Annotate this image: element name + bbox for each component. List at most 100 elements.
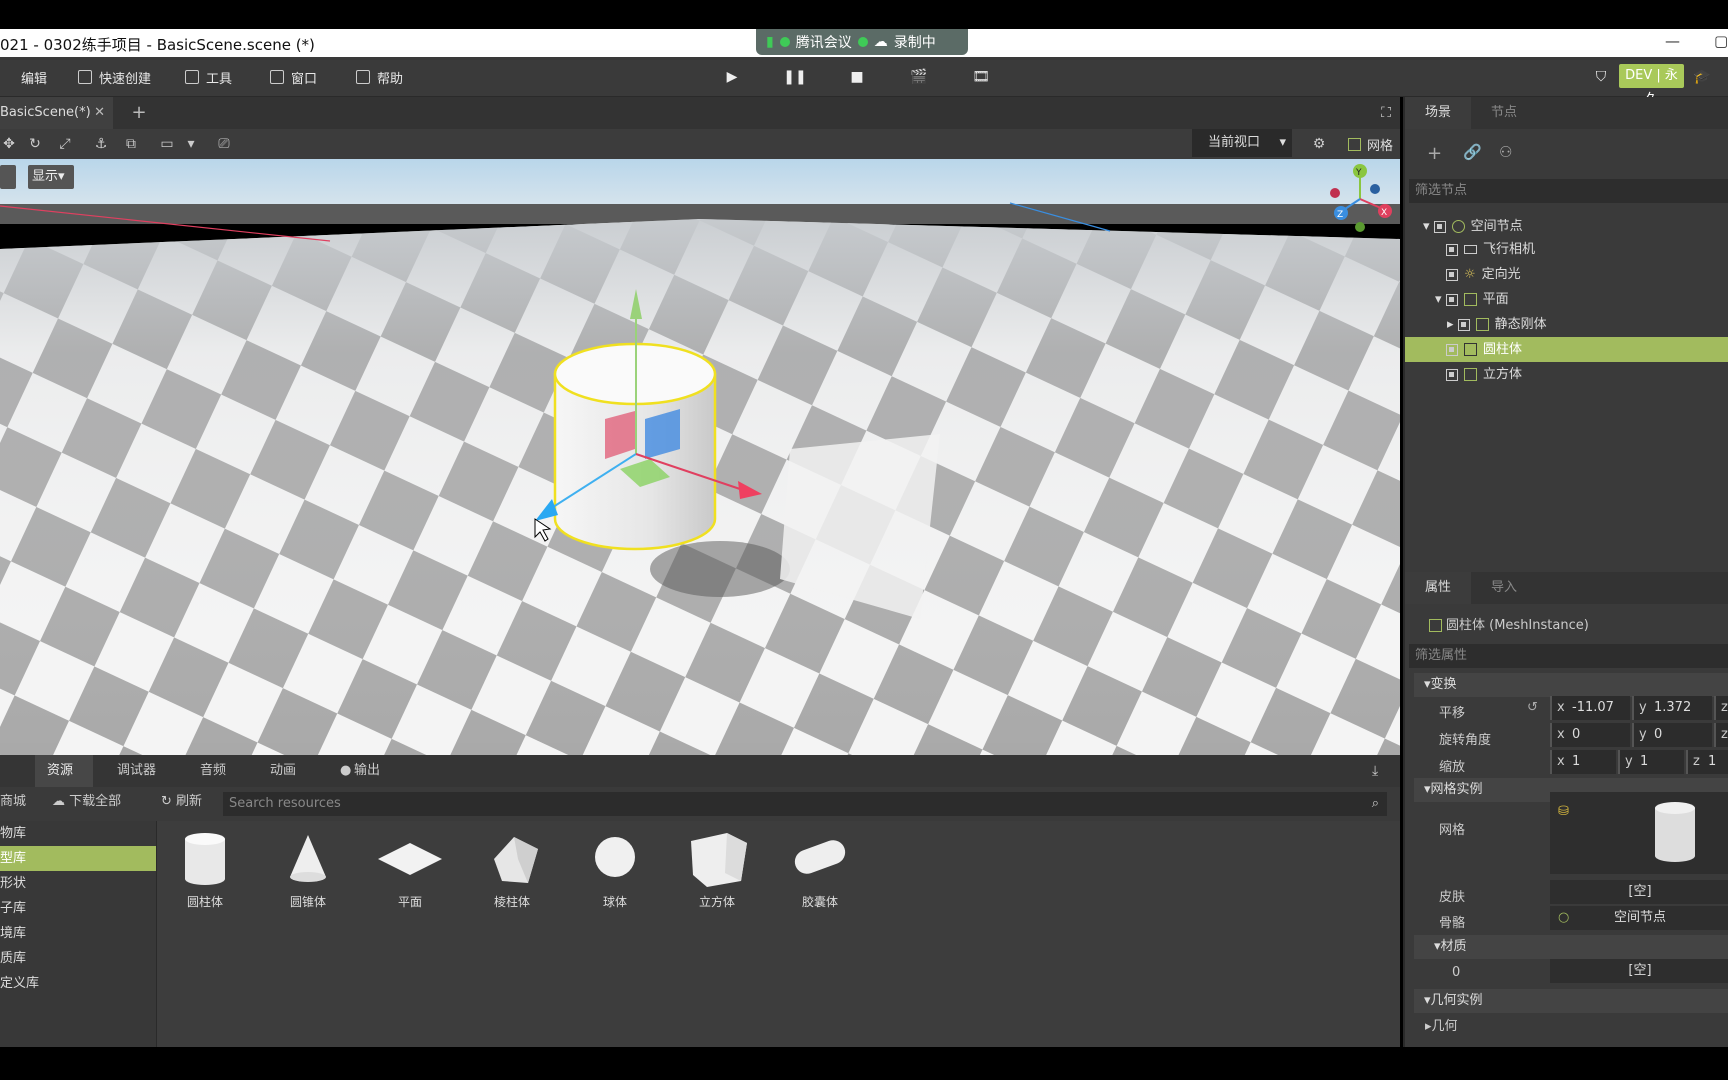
link-icon[interactable]: 🔗 xyxy=(1463,143,1482,161)
pause-button[interactable]: ❚❚ xyxy=(783,66,807,88)
play-custom-icon[interactable]: 🎞 xyxy=(969,66,993,88)
asset-cylinder[interactable]: 圆柱体 xyxy=(165,829,245,909)
rotate-x-field[interactable]: x0 xyxy=(1550,723,1630,747)
list-item[interactable]: 形状 xyxy=(0,871,156,896)
tree-node-camera[interactable]: 飞行相机 xyxy=(1405,237,1728,262)
maximize-icon[interactable]: ▢ xyxy=(1714,32,1728,50)
dev-badge[interactable]: DEV | 永久 xyxy=(1619,64,1684,107)
visibility-checkbox[interactable] xyxy=(1446,343,1458,356)
tab-scene[interactable]: 场景 xyxy=(1405,97,1472,129)
asset-sphere[interactable]: 球体 xyxy=(575,829,655,909)
fullscreen-icon[interactable]: ⛶ xyxy=(1377,104,1395,122)
show-menu-button[interactable]: 显示▾ xyxy=(28,165,74,189)
visibility-checkbox[interactable] xyxy=(1433,220,1446,233)
asset-cone[interactable]: 圆锥体 xyxy=(268,829,348,909)
tree-node-light[interactable]: ☼ 定向光 xyxy=(1405,262,1728,287)
search-icon[interactable]: ⌕ xyxy=(1372,792,1379,816)
asset-plane[interactable]: 平面 xyxy=(370,829,450,909)
tab-properties[interactable]: 属性 xyxy=(1405,572,1472,604)
tab-import[interactable]: 导入 xyxy=(1471,572,1537,604)
dock-icon[interactable]: ⤓ xyxy=(1360,755,1390,787)
list-item[interactable]: 质库 xyxy=(0,946,156,971)
list-item[interactable]: 子库 xyxy=(0,896,156,921)
gear-icon[interactable]: ⚙ xyxy=(1310,135,1328,153)
graduation-icon[interactable]: 🎓 xyxy=(1690,66,1714,88)
mesh-resource-slot[interactable]: ⛁ xyxy=(1550,792,1728,874)
grid-toggle[interactable]: 网格 xyxy=(1348,135,1393,154)
asset-cube[interactable]: 立方体 xyxy=(677,829,757,909)
menu-tools[interactable]: 工具 xyxy=(185,67,232,87)
camera-icon[interactable]: ⎚ xyxy=(215,135,233,153)
tab-resources[interactable]: 资源 xyxy=(35,755,93,787)
rotate-z-field[interactable]: z xyxy=(1714,723,1728,747)
translate-x-field[interactable]: x -11.07 xyxy=(1550,696,1630,720)
tree-node-spatial[interactable]: ▾ 空间节点 xyxy=(1405,214,1728,239)
list-item[interactable]: 物库 xyxy=(0,821,156,846)
visibility-checkbox[interactable] xyxy=(1457,318,1470,331)
list-item[interactable]: 型库 xyxy=(0,846,156,871)
scale-x-field[interactable]: x1 xyxy=(1550,750,1616,774)
section-material[interactable]: ▾材质 xyxy=(1414,935,1728,959)
meeting-indicator[interactable]: ▮ 腾讯会议 ☁ 录制中 xyxy=(756,29,968,55)
ruler-icon[interactable]: ▭ xyxy=(158,135,176,153)
tab-audio[interactable]: 音频 xyxy=(188,755,238,787)
tab-basic-scene[interactable]: BasicScene(*) ✕ xyxy=(0,97,113,129)
rotate-y-field[interactable]: y0 xyxy=(1632,723,1712,747)
asset-prism[interactable]: 棱柱体 xyxy=(472,829,552,909)
play-scene-icon[interactable]: 🎬 xyxy=(907,66,931,88)
refresh-button[interactable]: ↻ 刷新 xyxy=(155,786,208,818)
tab-output[interactable]: ● 输出 xyxy=(340,755,392,787)
scale-z-field[interactable]: z1 xyxy=(1686,750,1728,774)
translate-y-field[interactable]: y 1.372 xyxy=(1632,696,1712,720)
visibility-checkbox[interactable] xyxy=(1445,293,1458,306)
snap-icon[interactable]: ⧉ xyxy=(122,135,140,153)
section-geometry-instance[interactable]: ▾几何实例 xyxy=(1414,989,1728,1013)
tab-debugger[interactable]: 调试器 xyxy=(105,755,168,787)
scale-icon[interactable]: ⤢ xyxy=(56,135,74,153)
asset-capsule[interactable]: 胶囊体 xyxy=(780,829,860,909)
visibility-checkbox[interactable] xyxy=(1446,268,1458,281)
section-transform[interactable]: ▾变换 xyxy=(1414,673,1728,697)
tree-node-cube[interactable]: 立方体 xyxy=(1405,362,1728,387)
mall-button[interactable]: 商城 xyxy=(0,786,26,818)
add-tab-icon[interactable]: + xyxy=(130,104,148,122)
tab-animation[interactable]: 动画 xyxy=(258,755,308,787)
3d-viewport[interactable]: Y X Z xyxy=(0,159,1400,755)
skeleton-slot[interactable]: ○ 空间节点 xyxy=(1550,906,1728,930)
tree-node-plane[interactable]: ▾ 平面 xyxy=(1405,287,1728,312)
perspective-button[interactable] xyxy=(0,165,16,189)
tab-node[interactable]: 节点 xyxy=(1471,97,1537,129)
minimize-icon[interactable]: — xyxy=(1665,32,1680,50)
current-view-select[interactable]: 当前视口 ▾ xyxy=(1192,129,1292,157)
tree-node-static-body[interactable]: ▸ 静态刚体 xyxy=(1405,312,1728,337)
menu-quick-create[interactable]: 快速创建 xyxy=(78,67,151,87)
visibility-checkbox[interactable] xyxy=(1446,243,1458,256)
scene-render[interactable]: Y X Z xyxy=(0,159,1400,755)
property-filter-input[interactable]: 筛选属性 xyxy=(1409,644,1728,668)
menu-window[interactable]: 窗口 xyxy=(270,67,317,87)
move-icon[interactable]: ✥ xyxy=(0,135,18,153)
node-filter-input[interactable]: 筛选节点 xyxy=(1409,179,1728,203)
pivot-icon[interactable]: ⚓ xyxy=(92,135,110,153)
menu-help[interactable]: 帮助 xyxy=(356,67,403,87)
scale-y-field[interactable]: y1 xyxy=(1618,750,1684,774)
html5-icon[interactable]: ⛉ xyxy=(1589,66,1613,88)
menu-edit[interactable]: 编辑 xyxy=(0,67,47,87)
visibility-checkbox[interactable] xyxy=(1446,368,1458,381)
play-button[interactable]: ▶ xyxy=(720,66,744,88)
instance-icon[interactable]: ⚇ xyxy=(1499,143,1512,161)
tree-node-cylinder[interactable]: 圆柱体 xyxy=(1405,337,1728,362)
close-icon[interactable]: ✕ xyxy=(94,97,105,129)
translate-z-field[interactable]: z xyxy=(1714,696,1728,720)
reset-icon[interactable]: ↺ xyxy=(1527,700,1538,715)
chevron-down-icon[interactable]: ▾ xyxy=(182,135,200,153)
add-node-icon[interactable]: + xyxy=(1427,143,1442,164)
material-slot[interactable]: [空] xyxy=(1550,959,1728,983)
stop-button[interactable]: ■ xyxy=(845,66,869,88)
subsection-geometry[interactable]: ▸几何 xyxy=(1425,1015,1458,1034)
skin-slot[interactable]: [空] xyxy=(1550,880,1728,904)
search-input[interactable]: Search resources ⌕ xyxy=(223,792,1387,816)
rotate-icon[interactable]: ↻ xyxy=(26,135,44,153)
list-item[interactable]: 定义库 xyxy=(0,971,156,996)
list-item[interactable]: 境库 xyxy=(0,921,156,946)
